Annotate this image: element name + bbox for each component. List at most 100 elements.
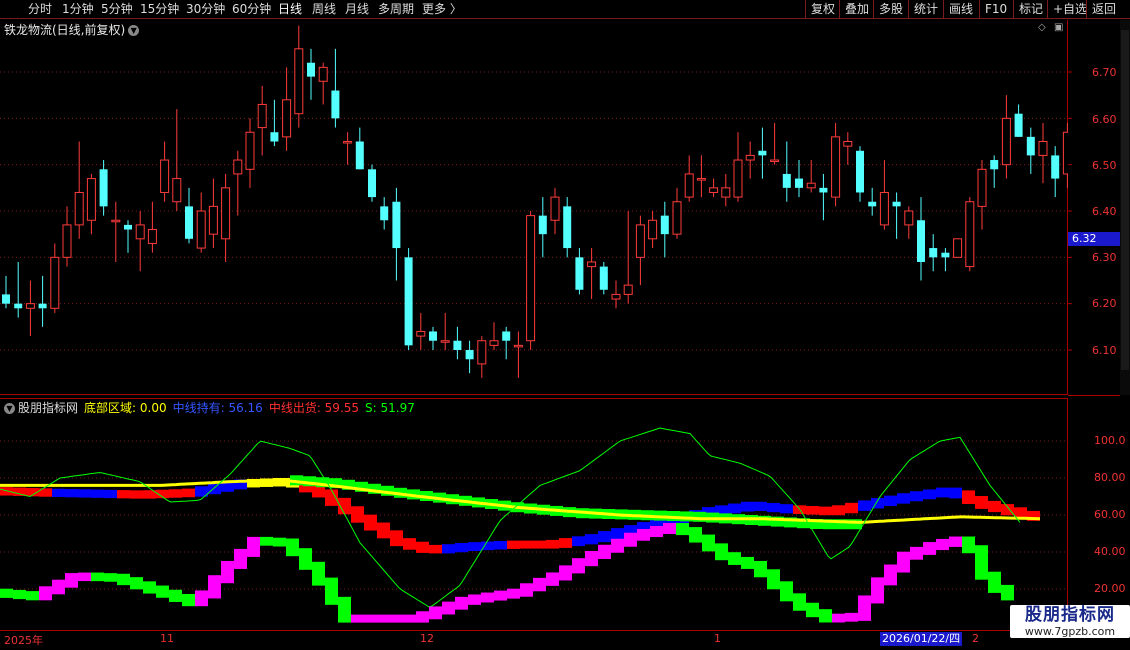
mid-trend-block <box>403 538 416 550</box>
candle-body <box>489 340 499 346</box>
mid-trend-block <box>988 500 1001 513</box>
bottom-step-block <box>143 581 156 594</box>
period-15min[interactable]: 15分钟 <box>138 1 181 17</box>
period-1min[interactable]: 1分钟 <box>60 1 96 17</box>
candle-body <box>623 284 633 295</box>
mid-trend-block <box>91 489 104 498</box>
candle-body <box>733 159 743 198</box>
candle-body <box>563 206 572 249</box>
mid-trend-block <box>208 483 221 495</box>
back-button[interactable]: 返回 <box>1086 0 1121 18</box>
bottom-step-block <box>299 548 312 570</box>
bottom-step-block <box>806 602 819 618</box>
s-band-block <box>693 511 706 522</box>
bottom-step-block <box>793 593 806 611</box>
bottom-step-block <box>975 545 988 580</box>
bottom-step-block <box>39 586 52 601</box>
bottom-step-block <box>754 560 767 578</box>
bottom-step-block <box>169 589 182 602</box>
mark-button[interactable]: 标记 <box>1013 0 1048 18</box>
candle-body <box>392 201 401 249</box>
mid-trend-block <box>832 505 845 516</box>
mid-trend-block <box>767 502 780 513</box>
candle-body <box>1014 113 1023 137</box>
mid-trend-block <box>936 487 949 498</box>
mid-trend-block <box>962 490 975 505</box>
candle-body <box>111 219 121 223</box>
bottom-step-block <box>325 577 338 605</box>
period-toolbar: 分时 1分钟 5分钟 15分钟 30分钟 60分钟 日线 周线 月线 多周期 更… <box>0 0 1130 19</box>
period-60min[interactable]: 60分钟 <box>230 1 273 17</box>
mid-trend-block <box>845 502 858 514</box>
adjust-button[interactable]: 复权 <box>805 0 840 18</box>
bottom-step-block <box>962 536 975 554</box>
candle-body <box>672 201 682 235</box>
mid-trend-block <box>897 493 910 504</box>
mid-trend-block <box>429 544 442 554</box>
candle-body <box>477 340 487 365</box>
side-info-strip[interactable] <box>1120 20 1130 630</box>
period-5min[interactable]: 5分钟 <box>99 1 135 17</box>
bottom-step-block <box>156 585 169 598</box>
bottom-step-block <box>13 589 26 600</box>
mid-trend-block <box>884 495 897 507</box>
bottom-step-block <box>741 556 754 569</box>
overlay-button[interactable]: 叠加 <box>839 0 874 18</box>
bottom-step-block <box>676 523 689 536</box>
candle-body <box>611 293 621 300</box>
price-tick-label: 6.20 <box>1092 297 1117 310</box>
period-multi[interactable]: 多周期 <box>376 1 416 17</box>
mid-trend-block <box>1001 504 1014 516</box>
bottom-step-block <box>351 614 364 623</box>
candle-body <box>599 266 608 290</box>
candle-body <box>550 196 560 221</box>
mid-trend-block <box>858 500 871 511</box>
period-weekly[interactable]: 周线 <box>310 1 338 17</box>
period-more[interactable]: 更多 〉 <box>420 1 464 17</box>
price-tick-label: 6.50 <box>1092 159 1117 172</box>
f10-button[interactable]: F10 <box>979 0 1012 18</box>
candle-body <box>440 340 450 343</box>
price-tick-label: 6.30 <box>1092 251 1117 264</box>
candle-body <box>819 187 828 193</box>
mid-trend-block <box>182 488 195 498</box>
draw-button[interactable]: 画线 <box>943 0 978 18</box>
bottom-step-block <box>520 583 533 597</box>
period-monthly[interactable]: 月线 <box>343 1 371 17</box>
stats-button[interactable]: 统计 <box>908 0 943 18</box>
candle-body <box>380 206 389 221</box>
bottom-step-block <box>559 565 572 581</box>
candle-body <box>917 220 925 262</box>
candle-body <box>684 173 694 198</box>
bottom-step-block <box>65 573 78 588</box>
period-daily[interactable]: 日线 <box>276 1 304 17</box>
bottom-step-block <box>624 532 637 547</box>
bottom-step-block <box>117 573 130 586</box>
candle-body <box>1026 136 1035 156</box>
period-tick[interactable]: 分时 <box>26 1 54 17</box>
candle-body <box>257 103 267 129</box>
mid-trend-block <box>169 489 182 498</box>
candle-body <box>135 224 145 240</box>
mid-trend-block <box>572 536 585 547</box>
period-30min[interactable]: 30分钟 <box>184 1 227 17</box>
bottom-step-block <box>247 536 260 557</box>
candle-body <box>270 132 279 142</box>
bottom-step-block <box>78 572 91 582</box>
candle-body <box>25 303 35 309</box>
candle-body <box>172 178 182 203</box>
bottom-step-block <box>481 592 494 603</box>
candle-body <box>86 178 96 221</box>
candle-body <box>282 99 292 138</box>
bottom-step-block <box>273 537 286 547</box>
candle-body <box>977 168 987 207</box>
candle-body <box>368 169 376 198</box>
mid-trend-block <box>507 540 520 549</box>
candle-body <box>221 187 231 240</box>
mid-trend-block <box>364 514 377 531</box>
multi-stock-button[interactable]: 多股 <box>873 0 908 18</box>
price-tick-label: 6.60 <box>1092 113 1117 126</box>
candle-body <box>429 331 437 341</box>
bottom-step-block <box>819 609 832 623</box>
bottom-step-block <box>286 538 299 557</box>
